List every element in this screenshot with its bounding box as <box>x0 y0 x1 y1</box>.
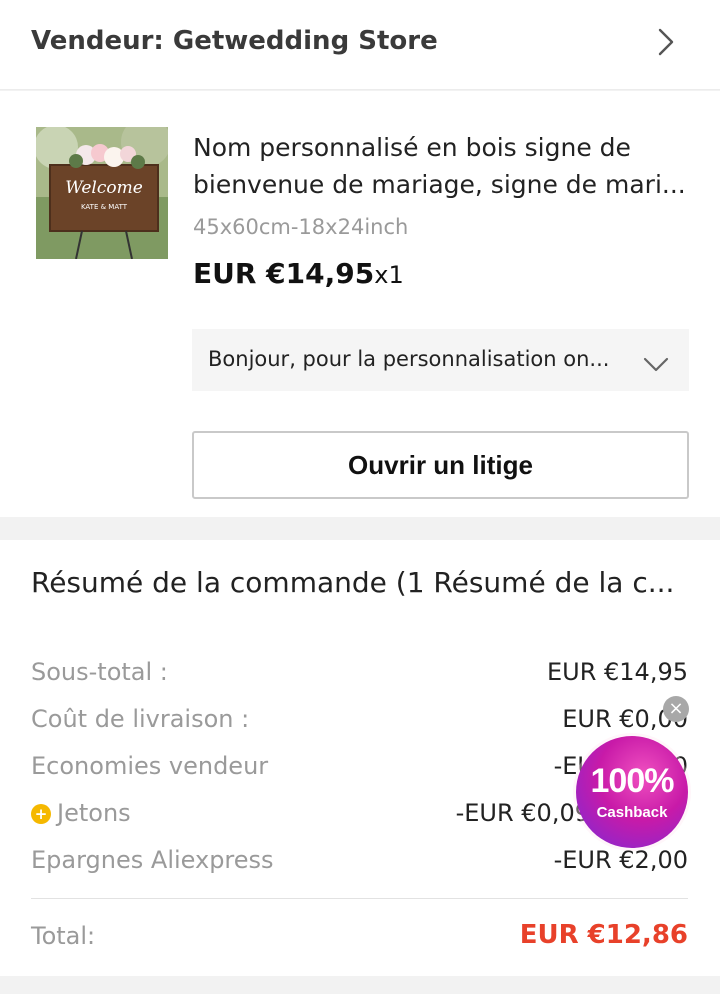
thumbnail-welcome-text: Welcome <box>65 178 143 198</box>
seller-note-dropdown[interactable]: Bonjour, pour la personnalisation on... <box>192 329 689 391</box>
open-dispute-button[interactable]: Ouvrir un litige <box>192 431 689 499</box>
summary-label: Economies vendeur <box>31 752 269 780</box>
summary-row-shipping: Coût de livraison : EUR €0,00 <box>31 699 688 739</box>
product-price: EUR €14,95 <box>193 257 375 290</box>
summary-label: Sous-total : <box>31 658 168 686</box>
chevron-down-icon[interactable] <box>641 349 671 379</box>
cashback-label: Cashback <box>596 804 668 821</box>
summary-value: -EUR €0,09 <box>455 799 590 827</box>
product-title-line2: bienvenue de mariage, signe de mari... <box>193 170 686 199</box>
close-icon[interactable]: × <box>663 696 689 722</box>
seller-name: Vendeur: Getwedding Store <box>31 26 438 56</box>
seller-header[interactable]: Vendeur: Getwedding Store <box>0 0 720 90</box>
cashback-badge[interactable]: 100% Cashback <box>576 736 688 848</box>
total-value: EUR €12,86 <box>519 920 688 950</box>
thumbnail-names-text: KATE & MATT <box>81 203 128 211</box>
summary-row-subtotal: Sous-total : EUR €14,95 <box>31 652 688 692</box>
summary-title: Résumé de la commande (1 Résumé de la c.… <box>31 566 675 599</box>
product-title-line1: Nom personnalisé en bois signe de <box>193 133 631 162</box>
product-quantity: x1 <box>374 261 404 289</box>
summary-value: -EUR €2,00 <box>553 846 688 874</box>
summary-label: Jetons <box>57 799 131 827</box>
chevron-right-icon[interactable] <box>650 26 682 58</box>
total-label: Total: <box>31 922 96 950</box>
product-thumbnail[interactable]: Welcome KATE & MATT <box>36 127 168 259</box>
cashback-percent: 100% <box>590 762 675 800</box>
summary-row-aliexpress-savings: Epargnes Aliexpress -EUR €2,00 <box>31 840 688 880</box>
summary-label: Coût de livraison : <box>31 705 250 733</box>
summary-value: EUR €14,95 <box>546 658 688 686</box>
product-variant: 45x60cm-18x24inch <box>193 215 409 239</box>
summary-label: Epargnes Aliexpress <box>31 846 274 874</box>
product-title[interactable]: Nom personnalisé en bois signe de bienve… <box>193 129 693 203</box>
coin-icon: + <box>31 804 51 824</box>
seller-note-text: Bonjour, pour la personnalisation on... <box>208 347 610 371</box>
summary-label-coins: + Jetons <box>31 799 131 827</box>
summary-divider <box>31 898 688 899</box>
product-price-line: EUR €14,95x1 <box>193 257 404 290</box>
product-card: Welcome KATE & MATT Nom personnalisé en … <box>0 91 720 517</box>
